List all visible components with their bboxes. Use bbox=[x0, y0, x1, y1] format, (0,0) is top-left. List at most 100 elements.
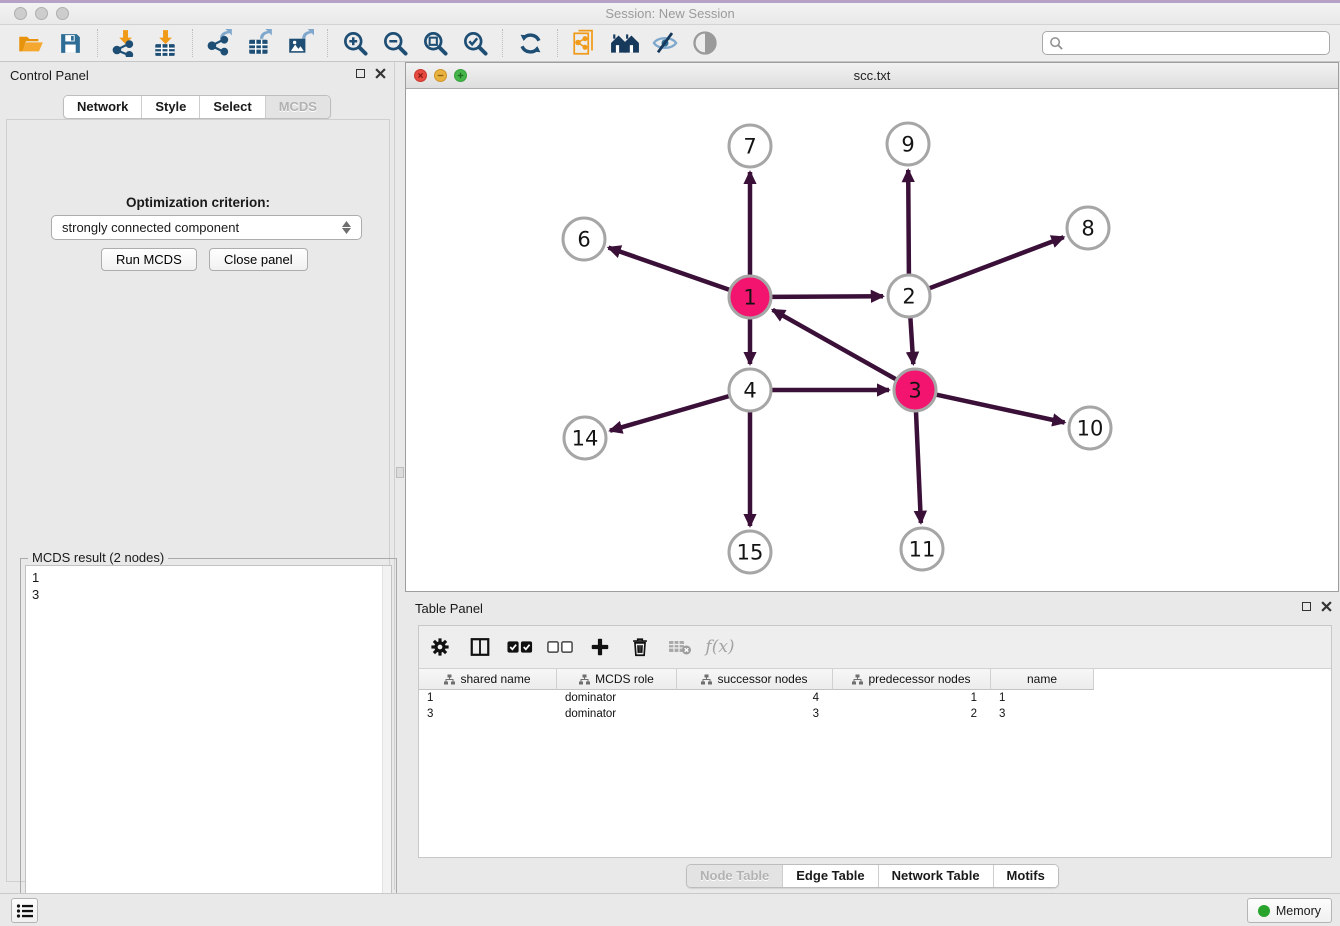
graph-node-6[interactable]: 6 bbox=[563, 218, 605, 260]
column-type-icon bbox=[701, 674, 712, 685]
edge-3-10[interactable] bbox=[937, 395, 1065, 423]
save-session-icon[interactable] bbox=[50, 27, 90, 59]
edge-1-6[interactable] bbox=[609, 248, 730, 290]
table-cell[interactable]: 1 bbox=[991, 690, 1094, 706]
graph-node-10[interactable]: 10 bbox=[1069, 407, 1111, 449]
toolbar-separator bbox=[327, 29, 328, 57]
column-header-shared-name[interactable]: shared name bbox=[419, 669, 557, 690]
column-header-successor-nodes[interactable]: successor nodes bbox=[677, 669, 833, 690]
network-window-titlebar[interactable]: scc.txt bbox=[406, 63, 1338, 89]
graph-node-3[interactable]: 3 bbox=[894, 369, 936, 411]
table-cell[interactable]: 3 bbox=[991, 706, 1094, 722]
refresh-view-icon[interactable] bbox=[510, 27, 550, 59]
node-label: 6 bbox=[577, 228, 590, 252]
float-table-panel-icon[interactable] bbox=[1302, 602, 1311, 611]
network-graph: 7 9 6 8 1 2 4 3 14 10 15 11 bbox=[406, 89, 1338, 591]
export-network-icon[interactable] bbox=[200, 27, 240, 59]
table-cell[interactable]: 1 bbox=[833, 690, 991, 706]
show-columns-icon[interactable] bbox=[467, 634, 493, 660]
tab-mcds[interactable]: MCDS bbox=[265, 96, 330, 118]
graph-node-4[interactable]: 4 bbox=[729, 369, 771, 411]
tab-network-table[interactable]: Network Table bbox=[878, 865, 993, 887]
delete-columns-icon[interactable] bbox=[627, 634, 653, 660]
mcds-result-textarea[interactable]: 1 3 bbox=[25, 565, 392, 926]
table-header-row: shared name MCDS role successor nodes prede… bbox=[419, 669, 1094, 690]
criterion-dropdown[interactable]: strongly connected component bbox=[51, 215, 362, 240]
table-cell[interactable]: 3 bbox=[419, 706, 557, 722]
memory-button[interactable]: Memory bbox=[1247, 898, 1332, 923]
run-mcds-button[interactable]: Run MCDS bbox=[101, 248, 197, 271]
delete-table-icon[interactable] bbox=[667, 634, 693, 660]
control-panel-header: Control Panel bbox=[0, 62, 394, 88]
edge-1-2[interactable] bbox=[772, 296, 883, 297]
status-bar: Memory bbox=[0, 893, 1340, 926]
graph-node-1[interactable]: 1 bbox=[729, 276, 771, 318]
column-header-MCDS-role[interactable]: MCDS role bbox=[557, 669, 677, 690]
table-cell[interactable]: dominator bbox=[557, 690, 677, 706]
zoom-in-icon[interactable] bbox=[335, 27, 375, 59]
table-cell[interactable]: 3 bbox=[677, 706, 833, 722]
function-builder-icon[interactable]: f(x) bbox=[707, 634, 733, 660]
graph-node-9[interactable]: 9 bbox=[887, 123, 929, 165]
create-new-column-icon[interactable] bbox=[587, 634, 613, 660]
graph-node-7[interactable]: 7 bbox=[729, 125, 771, 167]
deselect-all-columns-icon[interactable] bbox=[547, 634, 573, 660]
graph-node-11[interactable]: 11 bbox=[901, 528, 943, 570]
column-label: predecessor nodes bbox=[868, 672, 970, 686]
graph-node-2[interactable]: 2 bbox=[888, 275, 930, 317]
export-table-icon[interactable] bbox=[240, 27, 280, 59]
new-network-from-selection-icon[interactable] bbox=[565, 27, 605, 59]
graph-node-8[interactable]: 8 bbox=[1067, 207, 1109, 249]
table-cell[interactable]: 1 bbox=[419, 690, 557, 706]
task-history-button[interactable] bbox=[11, 898, 38, 923]
tab-network[interactable]: Network bbox=[64, 96, 141, 118]
network-canvas[interactable]: 7 9 6 8 1 2 4 3 14 10 15 11 bbox=[406, 89, 1338, 591]
table-settings-icon[interactable] bbox=[427, 634, 453, 660]
column-header-predecessor-nodes[interactable]: predecessor nodes bbox=[833, 669, 991, 690]
edge-2-8[interactable] bbox=[930, 237, 1064, 288]
vertical-splitter-handle[interactable] bbox=[396, 467, 404, 478]
export-image-icon[interactable] bbox=[280, 27, 320, 59]
tab-style[interactable]: Style bbox=[141, 96, 199, 118]
tab-node-table[interactable]: Node Table bbox=[687, 865, 782, 887]
edge-2-9[interactable] bbox=[908, 170, 909, 274]
tab-edge-table[interactable]: Edge Table bbox=[782, 865, 877, 887]
zoom-fit-icon[interactable] bbox=[415, 27, 455, 59]
table-toolbar: f(x) bbox=[419, 626, 1331, 669]
tab-select[interactable]: Select bbox=[199, 96, 264, 118]
graph-node-15[interactable]: 15 bbox=[729, 531, 771, 573]
edge-4-14[interactable] bbox=[610, 396, 729, 431]
zoom-out-icon[interactable] bbox=[375, 27, 415, 59]
close-table-panel-icon[interactable] bbox=[1321, 601, 1332, 612]
table-row[interactable]: 1dominator411 bbox=[419, 690, 1094, 706]
import-table-icon[interactable] bbox=[145, 27, 185, 59]
graph-node-14[interactable]: 14 bbox=[564, 417, 606, 459]
table-row[interactable]: 3dominator323 bbox=[419, 706, 1094, 722]
close-panel-button[interactable]: Close panel bbox=[209, 248, 308, 271]
open-session-icon[interactable] bbox=[10, 27, 50, 59]
edge-2-3[interactable] bbox=[910, 318, 913, 364]
edge-3-1[interactable] bbox=[773, 310, 896, 379]
table-panel-tabs: Node TableEdge TableNetwork TableMotifs bbox=[686, 864, 1059, 888]
table-cell[interactable]: 4 bbox=[677, 690, 833, 706]
result-scrollbar[interactable] bbox=[382, 566, 391, 925]
table-cell[interactable]: 2 bbox=[833, 706, 991, 722]
control-panel-title: Control Panel bbox=[10, 68, 89, 83]
zoom-selected-icon[interactable] bbox=[455, 27, 495, 59]
close-panel-icon[interactable] bbox=[375, 68, 386, 79]
column-label: MCDS role bbox=[595, 672, 654, 686]
float-panel-icon[interactable] bbox=[356, 69, 365, 78]
column-header-name[interactable]: name bbox=[991, 669, 1094, 690]
first-neighbors-icon[interactable] bbox=[605, 27, 645, 59]
hide-selected-icon[interactable] bbox=[645, 27, 685, 59]
search-input[interactable] bbox=[1042, 31, 1330, 55]
tab-motifs[interactable]: Motifs bbox=[993, 865, 1058, 887]
memory-label: Memory bbox=[1276, 904, 1321, 918]
select-all-columns-icon[interactable] bbox=[507, 634, 533, 660]
edge-3-11[interactable] bbox=[916, 412, 921, 523]
node-label: 10 bbox=[1077, 417, 1104, 441]
show-graphics-details-icon[interactable] bbox=[685, 27, 725, 59]
table-cell[interactable]: dominator bbox=[557, 706, 677, 722]
import-network-icon[interactable] bbox=[105, 27, 145, 59]
memory-status-icon bbox=[1258, 905, 1270, 917]
